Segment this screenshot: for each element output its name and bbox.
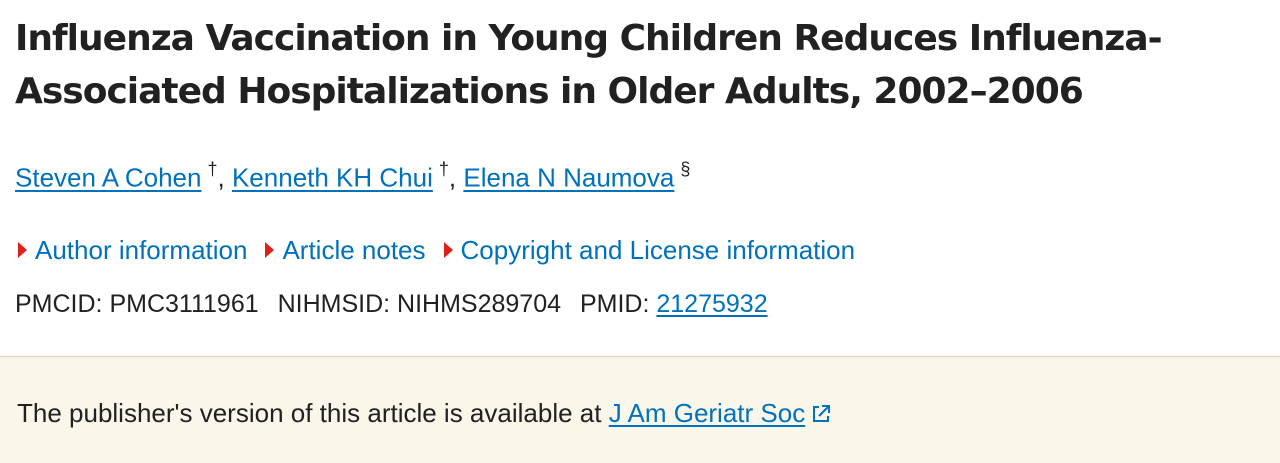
author-affiliation-mark: § xyxy=(680,159,691,179)
caret-right-icon xyxy=(18,242,27,258)
pmcid-value: PMC3111961 xyxy=(109,290,259,318)
author-affiliation-mark: † xyxy=(438,159,449,179)
author-separator: , xyxy=(448,162,457,193)
publisher-version-banner: The publisher's version of this article … xyxy=(0,356,1280,463)
caret-right-icon xyxy=(443,242,453,258)
pmid-label: PMID: xyxy=(579,290,650,318)
copyright-license-toggle[interactable]: Copyright and License information xyxy=(443,232,856,268)
article-info-toggles: Author information Article notes Copyrig… xyxy=(18,232,855,268)
nihmsid-label: NIHMSID: xyxy=(277,290,391,318)
pmcid-label: PMCID: xyxy=(15,290,103,318)
publisher-version-message: The publisher's version of this article … xyxy=(17,398,602,428)
external-link-icon[interactable] xyxy=(811,397,831,433)
article-header: Influenza Vaccination in Young Children … xyxy=(0,0,1280,463)
author-affiliation-mark: † xyxy=(207,159,218,179)
caret-right-icon xyxy=(265,242,275,258)
toggle-label: Author information xyxy=(35,235,248,265)
toggle-label: Copyright and License information xyxy=(460,235,856,265)
journal-link[interactable]: J Am Geriatr Soc xyxy=(609,398,806,428)
article-identifiers: PMCID: PMC3111961 NIHMSID: NIHMS289704 P… xyxy=(15,286,768,322)
author-information-toggle[interactable]: Author information xyxy=(18,232,247,268)
author-link[interactable]: Steven A Cohen xyxy=(15,163,201,193)
pmid-link[interactable]: 21275932 xyxy=(656,290,767,318)
nihmsid-value: NIHMS289704 xyxy=(397,290,562,318)
publisher-version-text: The publisher's version of this article … xyxy=(17,395,831,433)
article-title: Influenza Vaccination in Young Children … xyxy=(15,18,1163,112)
toggle-label: Article notes xyxy=(282,235,426,265)
author-link[interactable]: Elena N Naumova xyxy=(463,163,674,193)
author-separator: , xyxy=(217,162,225,193)
article-notes-toggle[interactable]: Article notes xyxy=(265,232,426,268)
author-link[interactable]: Kenneth KH Chui xyxy=(232,163,433,193)
author-list: Steven A Cohen †, Kenneth KH Chui †, Elena… xyxy=(15,151,690,198)
